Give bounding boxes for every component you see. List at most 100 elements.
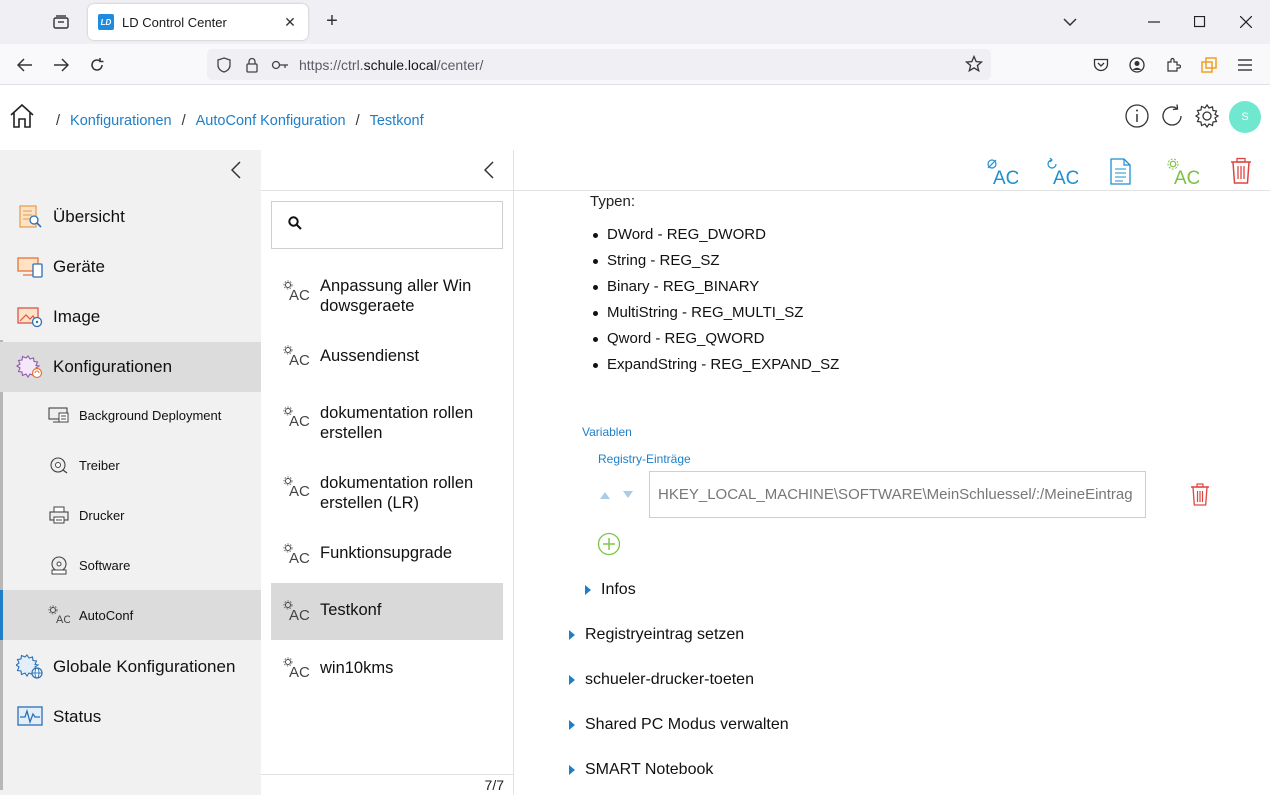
type-item: Qword - REG_QWORD: [593, 326, 839, 352]
image-icon: [16, 304, 44, 330]
divider: [514, 190, 1270, 191]
breadcrumb-link-autoconf[interactable]: AutoConf Konfiguration: [196, 113, 346, 129]
delete-entry-trash-icon[interactable]: [1190, 483, 1212, 507]
toolbar-icon-text: AC: [1174, 168, 1199, 188]
divider: [261, 190, 514, 191]
type-item: DWord - REG_DWORD: [593, 222, 839, 248]
extensions-icon[interactable]: [1160, 52, 1186, 78]
list-item[interactable]: AC dokumentation rollen erstellen: [271, 390, 503, 454]
move-down-arrow-icon[interactable]: [623, 491, 633, 498]
autoconf-activate-button[interactable]: AC: [1165, 154, 1199, 188]
autoconf-icon: AC: [283, 600, 311, 624]
sidebar-item-geraete[interactable]: Geräte: [0, 242, 261, 292]
list-item[interactable]: AC dokumentation rollen erstellen (LR): [271, 460, 503, 524]
registry-entry-input[interactable]: [649, 471, 1146, 518]
list-item-label: Testkonf: [320, 601, 382, 619]
delete-config-trash-icon[interactable]: [1224, 154, 1258, 188]
sidebar-subitem-label: Background Deployment: [79, 407, 222, 423]
software-icon: [48, 555, 70, 575]
key-icon[interactable]: [269, 55, 291, 75]
types-list: DWord - REG_DWORD String - REG_SZ Binary…: [593, 222, 839, 378]
sidebar-item-konfigurationen[interactable]: Konfigurationen: [0, 342, 261, 392]
list-item[interactable]: AC Aussendienst: [271, 330, 503, 382]
lock-icon[interactable]: [241, 55, 263, 75]
section-schueler-drucker-toeten[interactable]: schueler-drucker-toeten: [569, 671, 754, 689]
minimize-icon[interactable]: [1142, 10, 1166, 34]
breadcrumb-separator: /: [355, 113, 360, 129]
svg-text:AC: AC: [289, 550, 310, 567]
add-entry-plus-icon[interactable]: [597, 532, 621, 556]
sidebar-subitem-drucker[interactable]: Drucker: [0, 490, 261, 540]
settings-gear-icon[interactable]: [1192, 101, 1222, 131]
browser-tabstrip: LD LD Control Center ✕ +: [0, 0, 1270, 44]
tab-overflow-chevron-icon[interactable]: [1058, 10, 1082, 34]
close-window-icon[interactable]: [1234, 10, 1258, 34]
autoconf-sync-button[interactable]: AC: [1044, 154, 1078, 188]
reload-icon[interactable]: [84, 52, 110, 78]
app-menu-icon[interactable]: [1232, 52, 1258, 78]
registry-entries-label: Registry-Einträge: [598, 452, 691, 466]
sidebar-subitem-software[interactable]: Software: [0, 540, 261, 590]
section-label: schueler-drucker-toeten: [585, 671, 754, 688]
svg-text:AC: AC: [289, 287, 310, 304]
browser-navbar: https://ctrl.schule.local/center/: [0, 44, 1270, 85]
back-icon[interactable]: [12, 52, 38, 78]
browser-tab[interactable]: LD LD Control Center ✕: [88, 4, 308, 40]
list-item-selected[interactable]: AC Testkonf: [271, 583, 503, 640]
home-icon[interactable]: [8, 102, 38, 132]
section-smart-notebook[interactable]: SMART Notebook: [569, 761, 713, 779]
search-input[interactable]: [271, 201, 503, 249]
svg-text:AC: AC: [289, 413, 310, 430]
url-bar[interactable]: https://ctrl.schule.local/center/: [207, 49, 991, 80]
autoconf-disable-button[interactable]: AC: [984, 154, 1018, 188]
tab-favicon-icon: LD: [98, 14, 114, 30]
breadcrumb-link-konfigurationen[interactable]: Konfigurationen: [70, 113, 172, 129]
tab-list-icon[interactable]: [48, 10, 74, 34]
forward-icon[interactable]: [48, 52, 74, 78]
maximize-icon[interactable]: [1188, 10, 1212, 34]
sidebar-item-status[interactable]: Status: [0, 692, 261, 742]
shield-icon[interactable]: [213, 55, 235, 75]
info-icon[interactable]: [1122, 101, 1152, 131]
tab-title: LD Control Center: [122, 14, 227, 30]
account-icon[interactable]: [1124, 52, 1150, 78]
user-avatar[interactable]: S: [1229, 101, 1261, 133]
section-label: Shared PC Modus verwalten: [585, 716, 789, 733]
sidebar-item-label: Übersicht: [53, 207, 125, 226]
list-item[interactable]: AC Funktionsupgrade: [271, 528, 503, 580]
expand-triangle-icon: [569, 765, 575, 775]
expand-triangle-icon: [569, 630, 575, 640]
refresh-icon[interactable]: [1157, 101, 1187, 131]
infos-toggle[interactable]: Infos: [585, 581, 636, 599]
tab-close-icon[interactable]: ✕: [282, 14, 298, 31]
bookmark-star-icon[interactable]: [963, 53, 985, 75]
list-item[interactable]: AC win10kms: [271, 642, 503, 694]
list-item[interactable]: AC Anpassung aller Win dowsgeraete: [271, 264, 503, 328]
sidebar-item-uebersicht[interactable]: Übersicht: [0, 192, 261, 242]
breadcrumb: / Konfigurationen / AutoConf Konfigurati…: [46, 113, 424, 129]
sidebar-subitem-treiber[interactable]: Treiber: [0, 440, 261, 490]
sidebar-subitem-autoconf[interactable]: AC AutoConf: [0, 590, 261, 640]
multi-account-container-icon[interactable]: [1196, 52, 1222, 78]
breadcrumb-link-testkonf[interactable]: Testkonf: [370, 113, 424, 129]
move-up-arrow-icon[interactable]: [600, 492, 610, 499]
list-item-label: Funktionsupgrade: [320, 544, 453, 562]
document-copy-button[interactable]: [1104, 154, 1138, 188]
sidebar-subitem-background-deployment[interactable]: Background Deployment: [0, 390, 261, 440]
background-deployment-icon: [48, 405, 70, 425]
breadcrumb-separator: /: [181, 113, 186, 129]
list-item-label: Aussendienst: [320, 347, 420, 365]
toolbar-icon-text: AC: [993, 168, 1018, 188]
autoconf-icon: AC: [283, 657, 311, 681]
section-registryeintrag-setzen[interactable]: Registryeintrag setzen: [569, 626, 744, 644]
sidebar-item-globale-konfigurationen[interactable]: Globale Konfigurationen: [0, 642, 261, 692]
section-shared-pc-modus[interactable]: Shared PC Modus verwalten: [569, 716, 789, 734]
section-label: Registryeintrag setzen: [585, 626, 745, 643]
list-collapse-chevron-icon[interactable]: [479, 158, 499, 182]
sidebar-collapse-chevron-icon[interactable]: [226, 158, 246, 182]
sidebar-item-image[interactable]: Image: [0, 292, 261, 342]
sidebar-item-label: Image: [53, 307, 101, 326]
url-text[interactable]: https://ctrl.schule.local/center/: [299, 57, 483, 73]
pocket-icon[interactable]: [1088, 52, 1114, 78]
new-tab-icon[interactable]: +: [320, 10, 344, 34]
